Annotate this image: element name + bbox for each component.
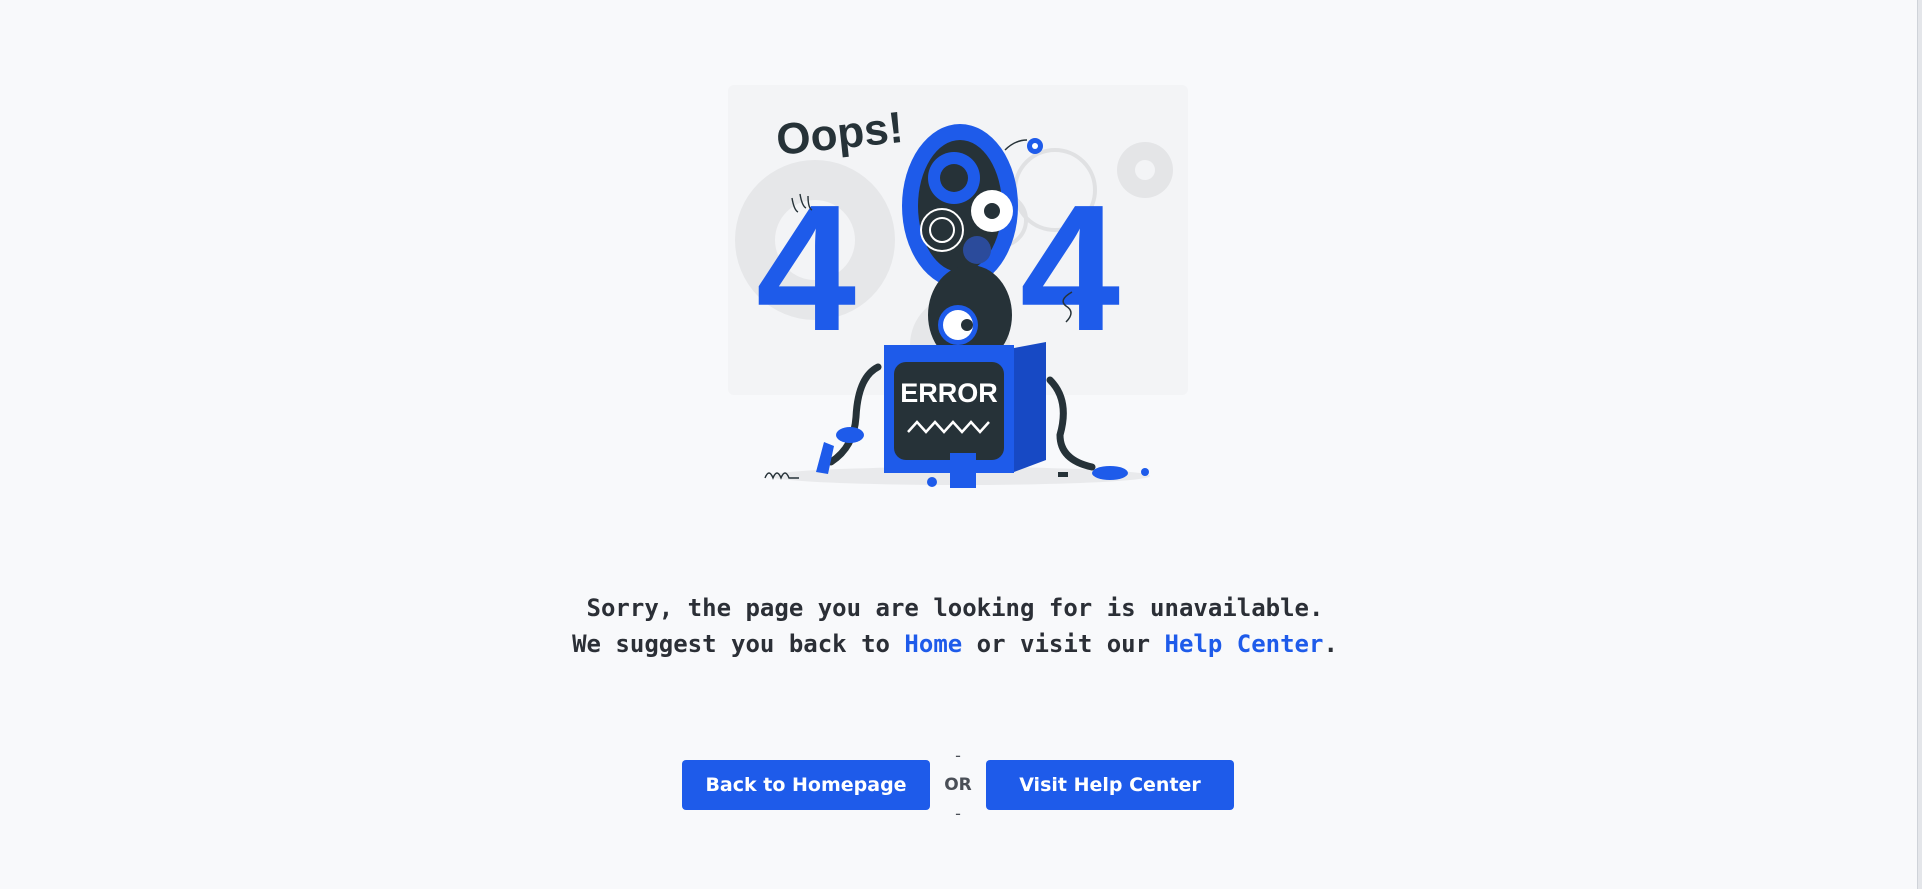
error-message: Sorry, the page you are looking for is u… (0, 590, 1910, 662)
error-message-line-1: Sorry, the page you are looking for is u… (586, 594, 1324, 622)
home-link[interactable]: Home (904, 630, 962, 658)
small-blue-gear-icon (1027, 138, 1043, 154)
digit-zero-with-gears (902, 124, 1018, 288)
robot-left-foot (816, 442, 834, 474)
visit-help-center-button[interactable]: Visit Help Center (986, 760, 1234, 810)
dark-gear-icon (963, 236, 991, 264)
message-suffix: . (1323, 630, 1338, 658)
back-to-homepage-button[interactable]: Back to Homepage (682, 760, 930, 810)
error-message-line-2: We suggest you back to Home or visit our… (0, 626, 1910, 662)
robot-stand (950, 453, 976, 488)
message-prefix: We suggest you back to (572, 630, 905, 658)
robot-body-side (1014, 342, 1046, 472)
robot-left-hand (836, 427, 864, 443)
help-center-link[interactable]: Help Center (1165, 630, 1324, 658)
loose-screw-icon (1058, 472, 1068, 477)
error-404-illustration: Oops! 4 4 ERROR (728, 85, 1188, 488)
white-gear-icon (971, 190, 1013, 232)
separator-dash-bottom: - (955, 804, 961, 823)
separator-dash-top: - (955, 746, 961, 765)
message-middle: or visit our (962, 630, 1165, 658)
or-separator: - OR - (938, 742, 978, 832)
digit-four-right: 4 (1020, 168, 1120, 369)
robot-pupil (961, 319, 973, 331)
separator-or-label: OR (944, 775, 972, 795)
blue-gear-icon (928, 152, 980, 204)
small-gear-top-right (1117, 142, 1173, 198)
loose-nut-icon (1141, 468, 1149, 476)
robot-screen-error-label: ERROR (900, 378, 998, 408)
vertical-scrollbar[interactable] (1917, 0, 1922, 889)
robot-right-hand (1092, 466, 1128, 480)
action-buttons: Back to Homepage - OR - Visit Help Cente… (682, 742, 1234, 832)
loose-bolt-icon (927, 477, 937, 487)
digit-four-left: 4 (756, 168, 856, 369)
robot-screen (894, 362, 1004, 460)
